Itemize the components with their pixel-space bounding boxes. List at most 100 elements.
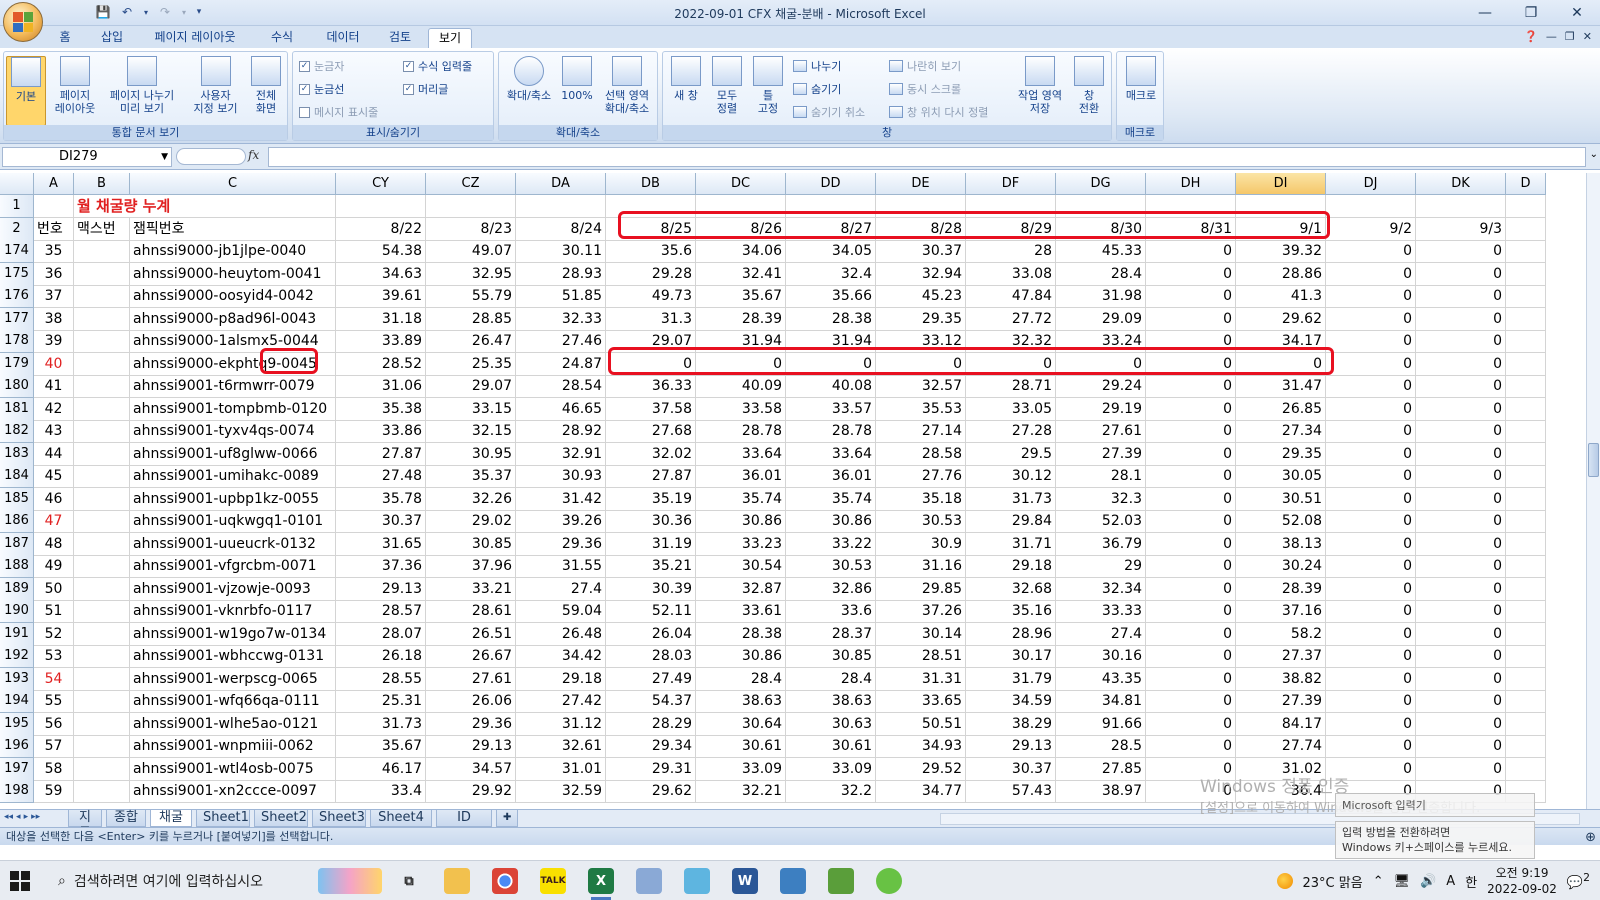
cell[interactable]: 0: [1326, 465, 1416, 488]
cell[interactable]: 0: [876, 353, 966, 376]
cell[interactable]: 34.63: [336, 263, 426, 286]
cell[interactable]: 35.16: [966, 600, 1056, 623]
cell[interactable]: 30.86: [696, 645, 786, 668]
cell[interactable]: 27.48: [336, 465, 426, 488]
cell[interactable]: 27.76: [876, 465, 966, 488]
cell[interactable]: 30.54: [696, 555, 786, 578]
cell[interactable]: 29.28: [606, 263, 696, 286]
cell[interactable]: 32.26: [426, 488, 516, 511]
date-header[interactable]: 8/26: [696, 218, 786, 241]
row-header[interactable]: 190: [0, 600, 34, 623]
cell[interactable]: 29.13: [966, 735, 1056, 758]
cell[interactable]: 0: [1416, 443, 1506, 466]
cell[interactable]: 28.07: [336, 623, 426, 646]
cell[interactable]: 28.54: [516, 375, 606, 398]
cell[interactable]: 0: [1326, 510, 1416, 533]
cell[interactable]: [74, 600, 130, 623]
cell[interactable]: 28.78: [696, 420, 786, 443]
cell[interactable]: 26.51: [426, 623, 516, 646]
cell[interactable]: 35.37: [426, 465, 516, 488]
cell[interactable]: 0: [1326, 690, 1416, 713]
cell[interactable]: 54.38: [336, 240, 426, 263]
cell[interactable]: 31.98: [1056, 285, 1146, 308]
cell[interactable]: [1506, 645, 1546, 668]
cell[interactable]: 24.87: [516, 353, 606, 376]
cell[interactable]: [1506, 533, 1546, 556]
cell[interactable]: 32.94: [876, 263, 966, 286]
cell[interactable]: 0: [1326, 578, 1416, 601]
cell[interactable]: 0: [1146, 690, 1236, 713]
cell[interactable]: 39.61: [336, 285, 426, 308]
cell[interactable]: 28.38: [786, 308, 876, 331]
cell[interactable]: 38.82: [1236, 668, 1326, 691]
cell[interactable]: 0: [1416, 398, 1506, 421]
sheet-tab[interactable]: 종합: [106, 810, 146, 827]
cell[interactable]: 28.57: [336, 600, 426, 623]
cell[interactable]: 27.61: [426, 668, 516, 691]
gridlines-checkbox[interactable]: ✓ 눈금선: [299, 81, 344, 97]
cell[interactable]: 0: [1146, 578, 1236, 601]
name-box[interactable]: DI279 ▼: [2, 147, 172, 167]
row-header[interactable]: 180: [0, 375, 34, 398]
cell[interactable]: 0: [1416, 600, 1506, 623]
cell[interactable]: 54.37: [606, 690, 696, 713]
cell[interactable]: 28.93: [516, 263, 606, 286]
row-header[interactable]: 182: [0, 420, 34, 443]
cell[interactable]: 28.29: [606, 713, 696, 736]
cell[interactable]: 31.71: [966, 533, 1056, 556]
cell[interactable]: 32.41: [696, 263, 786, 286]
cell[interactable]: 40.09: [696, 375, 786, 398]
cell[interactable]: 32.68: [966, 578, 1056, 601]
hide-button[interactable]: 숨기기: [793, 81, 841, 97]
cell[interactable]: 57: [34, 735, 74, 758]
cell[interactable]: 31.16: [876, 555, 966, 578]
cell[interactable]: 30.36: [606, 510, 696, 533]
cell[interactable]: 34.77: [876, 780, 966, 803]
cell[interactable]: 0: [1146, 263, 1236, 286]
select-all-corner[interactable]: [0, 173, 34, 195]
cell[interactable]: 33.57: [786, 398, 876, 421]
cell[interactable]: [1236, 195, 1326, 218]
cell[interactable]: 34.05: [786, 240, 876, 263]
cell[interactable]: 35.21: [606, 555, 696, 578]
cell[interactable]: ahnssi9001-wnpmiii-0062: [130, 735, 336, 758]
network-icon[interactable]: 🖥: [1394, 874, 1411, 889]
cell[interactable]: 27.39: [1056, 443, 1146, 466]
cell[interactable]: 27.37: [1236, 645, 1326, 668]
cell[interactable]: 28.52: [336, 353, 426, 376]
cell[interactable]: 45.33: [1056, 240, 1146, 263]
column-header-df[interactable]: DF: [966, 173, 1056, 195]
cell[interactable]: 28.5: [1056, 735, 1146, 758]
save-workspace-button[interactable]: 작업 영역 저장: [1013, 56, 1067, 115]
windows-start-icon[interactable]: [10, 871, 30, 891]
first-sheet-icon[interactable]: ◂◂: [4, 812, 13, 822]
language-indicator[interactable]: 한: [1465, 872, 1477, 891]
weather-text[interactable]: 23°C 맑음: [1303, 872, 1363, 891]
cell[interactable]: 32.61: [516, 735, 606, 758]
clock[interactable]: 오전 9:19 2022-09-02: [1487, 865, 1557, 897]
cell[interactable]: 36: [34, 263, 74, 286]
cell[interactable]: 0: [1146, 713, 1236, 736]
cell[interactable]: 49: [34, 555, 74, 578]
row-header[interactable]: 186: [0, 510, 34, 533]
zoom-in-icon[interactable]: ⊕: [1585, 829, 1596, 846]
cell[interactable]: ahnssi9000-ekphtq9-0045: [130, 353, 336, 376]
utility-icon[interactable]: [780, 868, 806, 894]
cell[interactable]: 35.19: [606, 488, 696, 511]
cell[interactable]: 29.92: [426, 780, 516, 803]
ribbon-minimize-icon[interactable]: —: [1546, 30, 1557, 43]
cell[interactable]: 47: [34, 510, 74, 533]
cell[interactable]: [74, 623, 130, 646]
vertical-scrollbar-thumb[interactable]: [1588, 443, 1599, 477]
cell[interactable]: 30.17: [966, 645, 1056, 668]
expand-formula-bar-icon[interactable]: ⌄: [1590, 149, 1598, 160]
cell[interactable]: 29.09: [1056, 308, 1146, 331]
cell[interactable]: 29.31: [606, 758, 696, 781]
date-header[interactable]: 8/31: [1146, 218, 1236, 241]
cell[interactable]: 58.2: [1236, 623, 1326, 646]
cell[interactable]: 28.1: [1056, 465, 1146, 488]
cell[interactable]: 0: [1146, 735, 1236, 758]
cell[interactable]: 26.47: [426, 330, 516, 353]
cell[interactable]: [1506, 623, 1546, 646]
cell[interactable]: [1416, 195, 1506, 218]
